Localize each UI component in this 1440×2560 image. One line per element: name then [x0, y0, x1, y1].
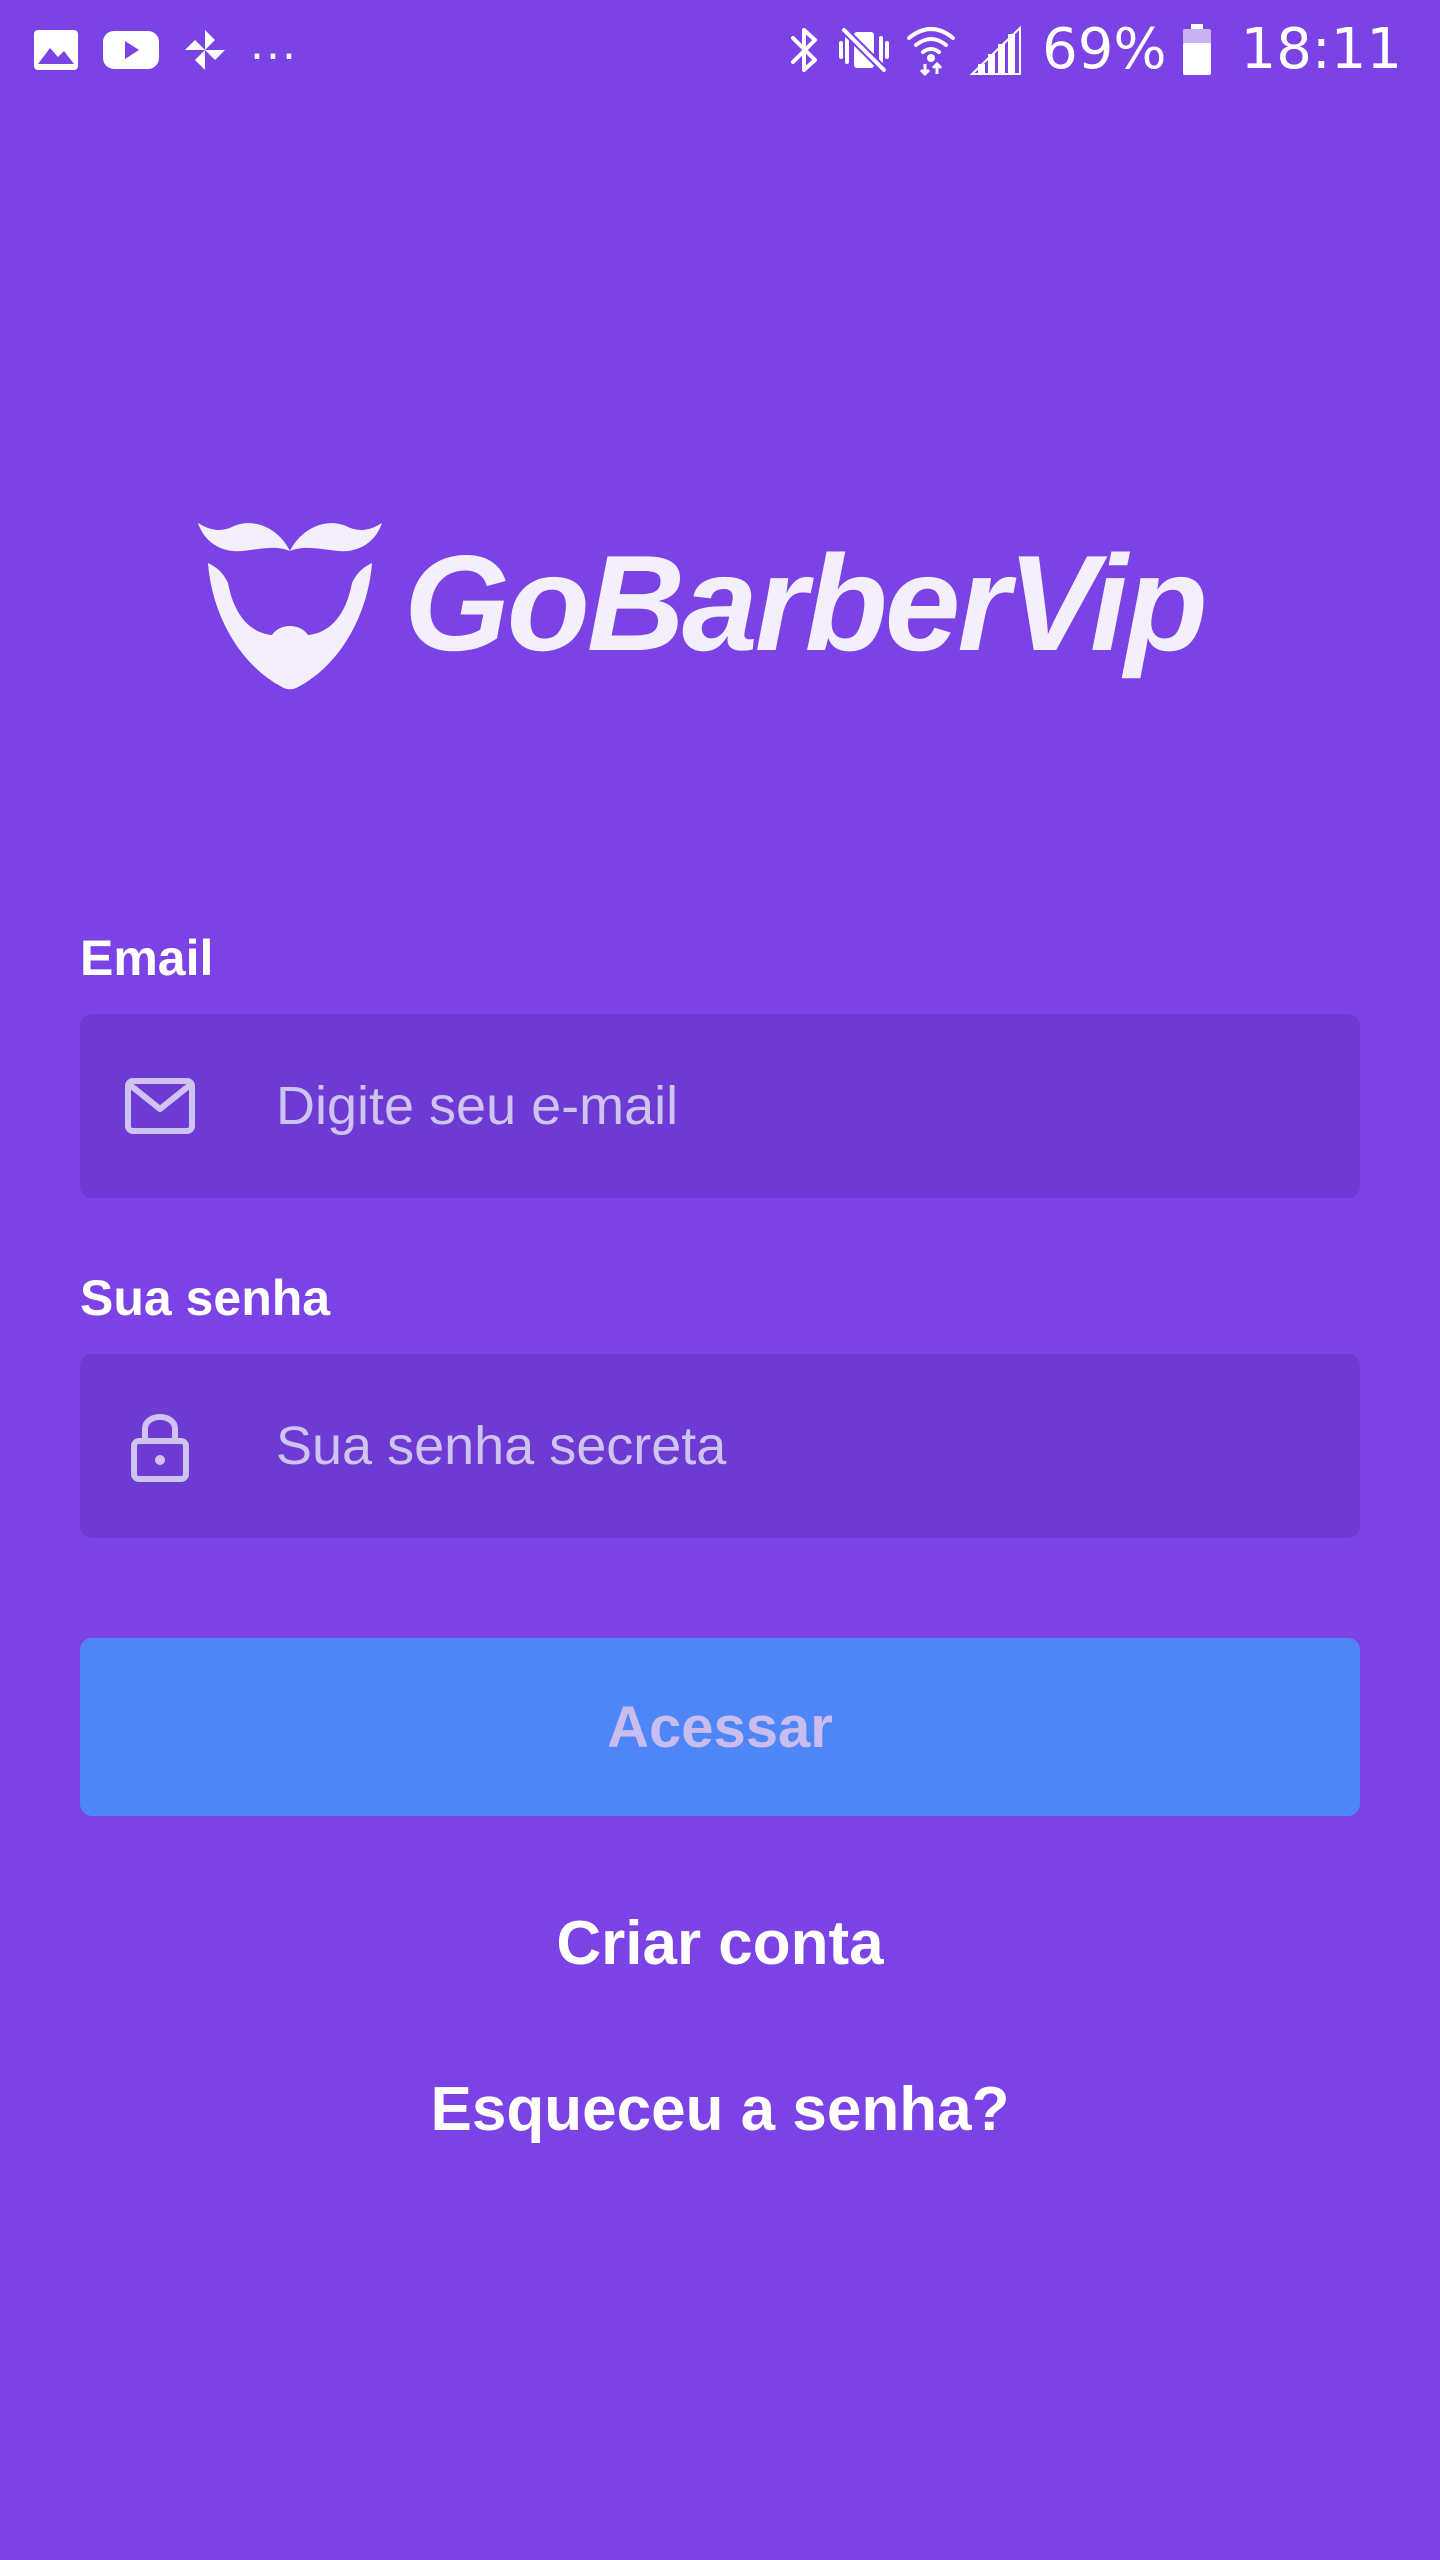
- password-label: Sua senha: [80, 1270, 331, 1326]
- lock-icon: [120, 1406, 200, 1486]
- battery-icon: [1181, 23, 1213, 77]
- youtube-icon: [102, 28, 160, 72]
- vibrate-mute-icon: [836, 24, 892, 76]
- more-notifications-indicator: ...: [250, 19, 298, 70]
- signal-icon: [970, 24, 1024, 76]
- app-logo-text: GoBarberVip: [404, 527, 1208, 679]
- create-account-link[interactable]: Criar conta: [0, 1904, 1440, 1984]
- app-logo: GoBarberVip: [190, 500, 1270, 700]
- password-input[interactable]: [276, 1354, 1316, 1538]
- login-button[interactable]: Acessar: [80, 1638, 1360, 1816]
- status-bar-system: 69% 18:11: [788, 14, 1402, 86]
- mail-icon: [120, 1066, 200, 1146]
- email-label: Email: [80, 930, 214, 986]
- pinwheel-icon: [182, 27, 228, 73]
- password-field-container[interactable]: [80, 1354, 1360, 1538]
- clock: 18:11: [1240, 17, 1402, 82]
- gallery-icon: [32, 28, 80, 72]
- battery-percent: 69%: [1042, 17, 1167, 82]
- bluetooth-icon: [788, 24, 822, 76]
- email-field-container[interactable]: [80, 1014, 1360, 1198]
- status-bar: ... 69% 18:11: [0, 0, 1440, 100]
- email-input[interactable]: [276, 1014, 1316, 1198]
- barber-mustache-beard-icon: [198, 523, 382, 690]
- status-bar-notifications: ...: [32, 18, 298, 82]
- wifi-icon: [906, 24, 956, 76]
- forgot-password-link[interactable]: Esqueceu a senha?: [0, 2070, 1440, 2150]
